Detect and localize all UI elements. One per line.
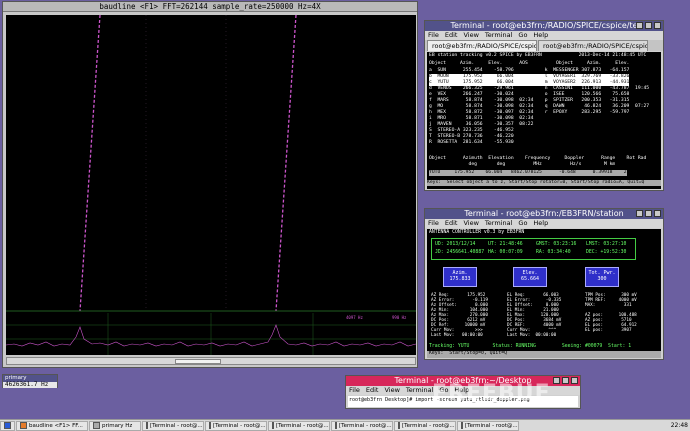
primary-frequency: 4626361.7 Hz <box>3 382 57 388</box>
spectrum-marker-right: 990 Hz <box>392 315 407 320</box>
spectrum-marker-left: 4097 Hz <box>346 315 363 320</box>
terminal-icon <box>146 422 148 429</box>
baudline-title: baudline <F1> FFT=262144 sample_rate=250… <box>3 2 417 12</box>
tracking-status: Tracking: YUTU Status: RUNNING Seeing: #… <box>429 344 632 349</box>
ud-field: UD: 2013/12/14 <box>435 242 476 247</box>
menu-help[interactable]: Help <box>533 219 548 228</box>
ha-field: HA: 00:07:09 <box>488 250 523 255</box>
menu-view[interactable]: View <box>384 386 399 395</box>
app-menu-icon <box>4 422 11 429</box>
primary-window[interactable]: primary 4626361.7 Hz <box>2 374 58 388</box>
antenna-controller-screen: ANTENNA CONTROLLER v0.3 by EB3FRN UD: 20… <box>427 229 661 358</box>
menu-view[interactable]: View <box>463 31 478 40</box>
maximize-button[interactable] <box>645 210 652 217</box>
menu-terminal[interactable]: Terminal <box>485 31 512 40</box>
baudline-window[interactable]: baudline <F1> FFT=262144 sample_rate=250… <box>2 1 418 368</box>
minimize-button[interactable] <box>636 22 643 29</box>
terminal-icon <box>209 422 211 429</box>
azimuth-display: Azim. 175.833 <box>443 267 477 287</box>
doppler-trace-right <box>275 15 297 312</box>
total-power-value: 300 <box>597 276 607 282</box>
taskbar: baudline <F1> FF... primary Hz [Terminal… <box>0 419 690 431</box>
taskbar-item-terminal[interactable]: [Terminal - root@... <box>268 420 330 431</box>
menu-file[interactable]: File <box>428 31 439 40</box>
jd-field: JD: 2456641.40887 <box>435 250 485 255</box>
terminal-icon <box>272 422 274 429</box>
terminal-spice-menu: File Edit View Terminal Go Help <box>425 31 663 40</box>
menu-help[interactable]: Help <box>533 31 548 40</box>
spectrogram-svg: 4097 Hz 990 Hz <box>6 15 416 355</box>
gmst-field: GMST: 03:23:16 <box>536 242 577 247</box>
taskbar-item-terminal[interactable]: [Terminal - root@... <box>205 420 267 431</box>
window-icon <box>20 422 27 429</box>
tab-spice-2[interactable]: root@eb3frn:/RADIO/SPICE/cspice/test <box>538 40 648 51</box>
ut-field: UT: 21:48:46 <box>488 242 523 247</box>
azimuth-params: AZ Req: 175.952 AZ Error: -0.119 Az Offs… <box>431 293 488 338</box>
tracking-row: R ROSETTA 281.634 -55.930 <box>429 140 514 145</box>
terminal-icon <box>335 422 337 429</box>
elevation-display: Elev. 65.664 <box>513 267 547 287</box>
lmst-field: LMST: 03:27:10 <box>586 242 627 247</box>
tracking-header: EB station tracking v0.2 SPICE by EB3FRN… <box>429 53 647 58</box>
menu-file[interactable]: File <box>428 219 439 228</box>
ra-field: RA: 03:34:40 <box>536 250 571 255</box>
menu-go[interactable]: Go <box>518 31 527 40</box>
menu-edit[interactable]: Edit <box>366 386 379 395</box>
watermark-logo: FREEBUF <box>432 381 551 406</box>
taskbar-item-terminal[interactable]: [Terminal - root@... <box>331 420 393 431</box>
maximize-button[interactable] <box>645 22 652 29</box>
menu-file[interactable]: File <box>349 386 360 395</box>
taskbar-item-terminal[interactable]: [Terminal - root@... <box>457 420 519 431</box>
menu-terminal[interactable]: Terminal <box>406 386 433 395</box>
tracking-keys: Keys: Select object a to z, Start/Stop r… <box>427 180 661 186</box>
terminal-station-title: Terminal - root@eb3frn:/EB3FRN/station <box>425 209 663 219</box>
close-button[interactable] <box>571 377 578 384</box>
tracking-screen: EB station tracking v0.2 SPICE by EB3FRN… <box>427 52 661 189</box>
terminal-icon <box>398 422 400 429</box>
baudline-scrollbar[interactable] <box>6 357 416 365</box>
minimize-button[interactable] <box>553 377 560 384</box>
tab-spice-1[interactable]: root@eb3frn:/RADIO/SPICE/cspice/test <box>427 40 537 51</box>
taskbar-menu-button[interactable] <box>0 420 15 431</box>
close-button[interactable] <box>654 22 661 29</box>
detail-row: YUTU 175.952 66.004 8462.078125 -0.648 0… <box>429 170 627 176</box>
taskbar-item-terminal[interactable]: [Terminal - root@... <box>142 420 204 431</box>
menu-edit[interactable]: Edit <box>445 219 458 228</box>
terminal-station-window[interactable]: Terminal - root@eb3frn:/EB3FRN/station F… <box>424 208 664 360</box>
minimize-button[interactable] <box>636 210 643 217</box>
taskbar-clock: 22:48 <box>670 422 688 429</box>
menu-go[interactable]: Go <box>518 219 527 228</box>
terminal-spice-title: Terminal - root@eb3frn:/RADIO/SPICE/cspi… <box>425 21 663 31</box>
taskbar-item-primary[interactable]: primary Hz <box>89 420 141 431</box>
elevation-params: EL Req: 66.003 EL Error: -0.335 EL Offse… <box>507 293 562 338</box>
azimuth-value: 175.833 <box>449 276 471 282</box>
menu-edit[interactable]: Edit <box>445 31 458 40</box>
window-icon <box>93 422 100 429</box>
terminal-spice-tabs: root@eb3frn:/RADIO/SPICE/cspice/test roo… <box>425 40 663 51</box>
detail-units: deg deg MHz Hz/s M km <box>429 162 616 167</box>
elevation-value: 65.664 <box>520 276 540 282</box>
terminal-spice-window[interactable]: Terminal - root@eb3frn:/RADIO/SPICE/cspi… <box>424 20 664 191</box>
terminal-icon <box>461 422 463 429</box>
menu-terminal[interactable]: Terminal <box>485 219 512 228</box>
tracking-columns: Object Azim. Elev. AOS Object Azim. Elev… <box>429 61 630 66</box>
taskbar-item-terminal[interactable]: [Terminal - root@... <box>394 420 456 431</box>
scrollbar-thumb[interactable] <box>175 359 221 364</box>
maximize-button[interactable] <box>562 377 569 384</box>
station-keys: Keys: Start/Stop=0, Quit=Q <box>427 351 661 358</box>
close-button[interactable] <box>654 210 661 217</box>
dec-field: DEC: +19:52:30 <box>586 250 627 255</box>
spectrogram-canvas[interactable]: 4097 Hz 990 Hz <box>6 15 416 355</box>
taskbar-item-baudline[interactable]: baudline <F1> FF... <box>16 420 88 431</box>
power-params: TPM Pos: 300 mV TPM REF: 4000 mV MAX: 33… <box>585 293 637 333</box>
doppler-trace-left <box>79 15 101 312</box>
menu-view[interactable]: View <box>463 219 478 228</box>
antenna-header: ANTENNA CONTROLLER v0.3 by EB3FRN <box>429 230 525 235</box>
terminal-station-menu: File Edit View Terminal Go Help <box>425 219 663 228</box>
time-box: UD: 2013/12/14 UT: 21:48:46 GMST: 03:23:… <box>431 238 636 260</box>
total-power-display: Tot. Pwr. 300 <box>585 267 619 287</box>
